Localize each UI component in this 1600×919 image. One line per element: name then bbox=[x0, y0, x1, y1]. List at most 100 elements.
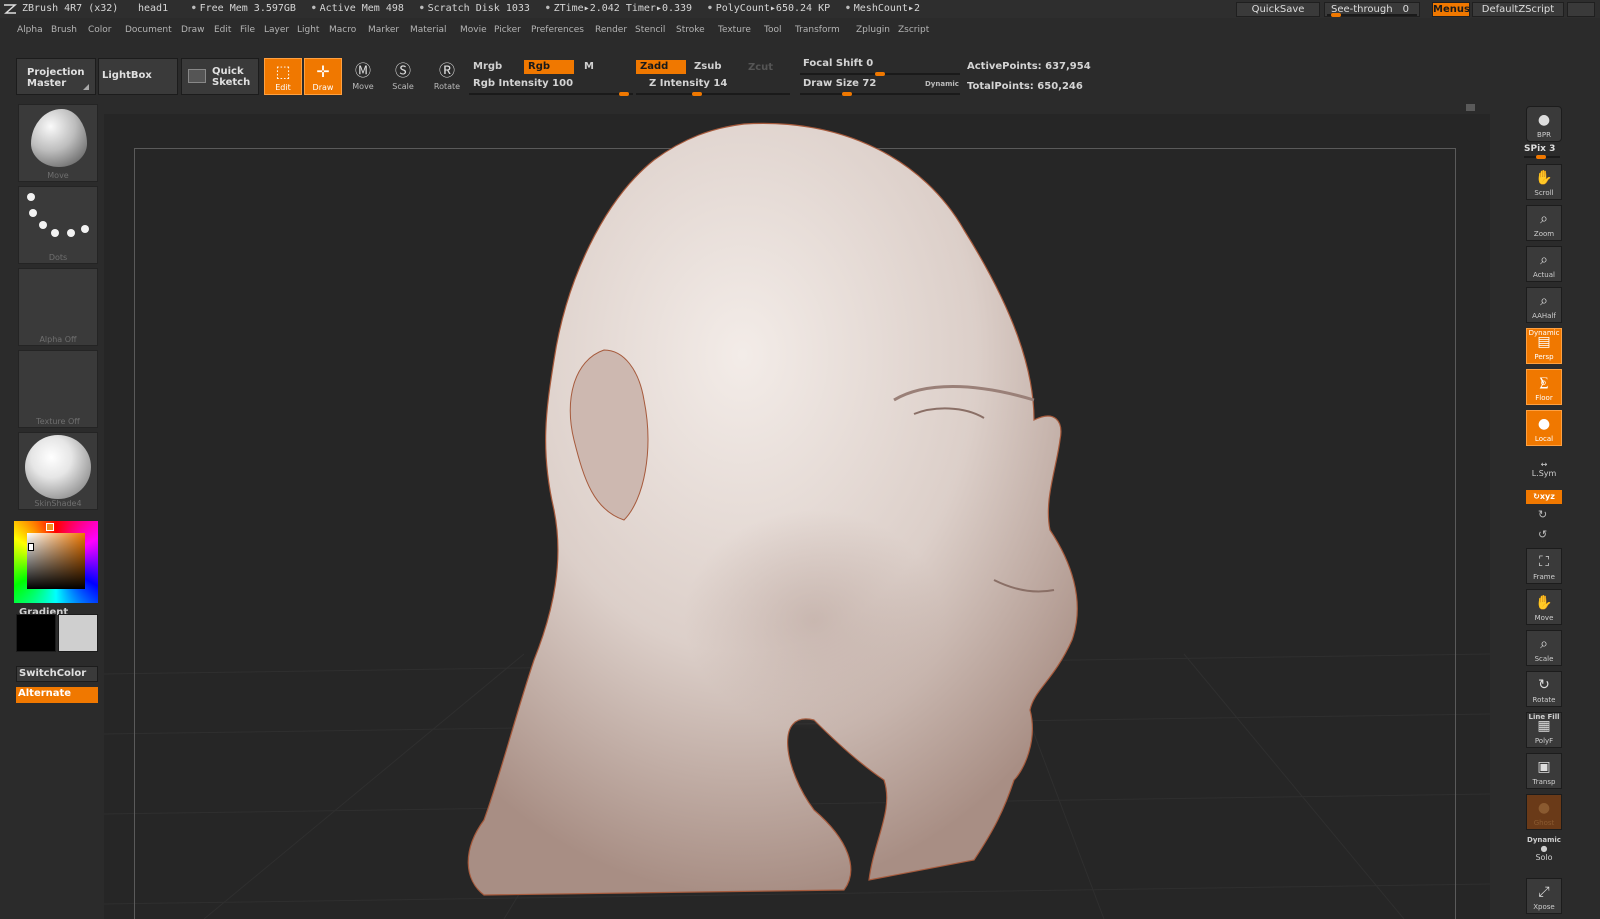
menu-stencil[interactable]: Stencil bbox=[635, 25, 665, 35]
actual-label: Actual bbox=[1533, 271, 1555, 279]
menu-draw[interactable]: Draw bbox=[181, 25, 205, 35]
default-zscript-button[interactable]: DefaultZScript bbox=[1472, 2, 1564, 17]
stroke-selector[interactable]: Dots bbox=[18, 186, 98, 264]
draw-mode-button[interactable]: ✛ Draw bbox=[304, 58, 342, 95]
scale-view-label: Scale bbox=[1534, 655, 1554, 663]
window-controls[interactable] bbox=[1567, 2, 1595, 17]
projection-master-button[interactable]: Projection Master bbox=[16, 58, 96, 95]
menu-marker[interactable]: Marker bbox=[368, 25, 399, 35]
edit-mode-button[interactable]: ⬚ Edit bbox=[264, 58, 302, 95]
aahalf-button[interactable]: ⌕ AAHalf bbox=[1526, 287, 1562, 323]
brush-selector[interactable]: Move bbox=[18, 104, 98, 182]
menu-edit[interactable]: Edit bbox=[214, 25, 231, 35]
floor-toggle[interactable]: ⨊ Floor bbox=[1526, 369, 1562, 405]
solo-label: Solo bbox=[1535, 853, 1553, 862]
scale-mode-button[interactable]: Ⓢ Scale bbox=[384, 58, 422, 95]
menu-tool[interactable]: Tool bbox=[764, 25, 781, 35]
menu-light[interactable]: Light bbox=[297, 25, 319, 35]
xpose-button[interactable]: ⤢ Xpose bbox=[1526, 878, 1562, 914]
z-intensity-track bbox=[636, 92, 790, 96]
menu-preferences[interactable]: Preferences bbox=[531, 25, 584, 35]
menu-alpha[interactable]: Alpha bbox=[17, 25, 43, 35]
color-marker[interactable] bbox=[28, 543, 34, 551]
focal-shift-knob[interactable] bbox=[875, 72, 885, 76]
bpr-render-button[interactable]: ● BPR bbox=[1526, 106, 1562, 142]
quicksave-button[interactable]: QuickSave bbox=[1236, 2, 1320, 17]
draw-size-knob[interactable] bbox=[842, 92, 852, 96]
dynamic-draw-size-toggle[interactable]: Dynamic bbox=[925, 80, 959, 88]
polyf-toggle[interactable]: Line Fill ▦ PolyF bbox=[1526, 712, 1562, 748]
frame-button[interactable]: ⛶ Frame bbox=[1526, 548, 1562, 584]
actual-button[interactable]: ⌕ Actual bbox=[1526, 246, 1562, 282]
see-through-slider[interactable]: See-through 0 bbox=[1324, 2, 1420, 17]
material-selector[interactable]: SkinShade4 bbox=[18, 432, 98, 510]
quick-sketch-button[interactable]: Quick Sketch bbox=[181, 58, 259, 95]
rotate-view-button[interactable]: ↻ Rotate bbox=[1526, 671, 1562, 707]
menu-material[interactable]: Material bbox=[410, 25, 447, 35]
sculpt-head-mesh[interactable] bbox=[454, 120, 1084, 900]
scroll-button[interactable]: ✋ Scroll bbox=[1526, 164, 1562, 200]
move-mode-button[interactable]: Ⓜ Move bbox=[344, 58, 382, 95]
polycount: PolyCount▸650.24 KP bbox=[708, 3, 830, 14]
rgb-toggle[interactable]: Rgb bbox=[524, 60, 574, 74]
rotate-y-icon[interactable]: ↻ bbox=[1538, 508, 1547, 521]
menu-texture[interactable]: Texture bbox=[718, 25, 751, 35]
total-points: TotalPoints: 650,246 bbox=[967, 81, 1083, 92]
main-color-swatch[interactable] bbox=[16, 614, 56, 652]
draw-size-slider[interactable]: Draw Size 72 bbox=[803, 78, 876, 89]
spix-slider[interactable]: SPix 3 bbox=[1524, 144, 1555, 154]
menu-layer[interactable]: Layer bbox=[264, 25, 289, 35]
rotate-mode-button[interactable]: Ⓡ Rotate bbox=[428, 58, 466, 95]
mrgb-toggle[interactable]: Mrgb bbox=[469, 60, 519, 74]
menu-document[interactable]: Document bbox=[125, 25, 172, 35]
texture-selector[interactable]: Texture Off bbox=[18, 350, 98, 428]
alpha-selector[interactable]: Alpha Off bbox=[18, 268, 98, 346]
color-square[interactable] bbox=[27, 533, 85, 589]
rgb-intensity-slider[interactable]: Rgb Intensity 100 bbox=[473, 78, 573, 89]
secondary-color-swatch[interactable] bbox=[58, 614, 98, 652]
color-picker[interactable] bbox=[14, 521, 98, 603]
focal-shift-slider[interactable]: Focal Shift 0 bbox=[803, 58, 873, 69]
menu-zscript[interactable]: Zscript bbox=[898, 25, 929, 35]
hue-marker[interactable] bbox=[46, 523, 54, 531]
viewport-resize-handle[interactable] bbox=[1466, 104, 1475, 111]
spix-knob[interactable] bbox=[1536, 155, 1546, 159]
lightbox-button[interactable]: LightBox bbox=[98, 58, 178, 95]
xyz-rotation-toggle[interactable]: ↻xyz bbox=[1526, 490, 1562, 504]
menu-file[interactable]: File bbox=[240, 25, 255, 35]
rgb-intensity-knob[interactable] bbox=[619, 92, 629, 96]
menu-zplugin[interactable]: Zplugin bbox=[856, 25, 890, 35]
menu-macro[interactable]: Macro bbox=[329, 25, 356, 35]
menu-stroke[interactable]: Stroke bbox=[676, 25, 705, 35]
move-view-button[interactable]: ✋ Move bbox=[1526, 589, 1562, 625]
z-intensity-slider[interactable]: Z Intensity 14 bbox=[649, 78, 727, 89]
solo-toggle[interactable]: Dynamic ● Solo bbox=[1526, 835, 1562, 862]
menu-render[interactable]: Render bbox=[595, 25, 627, 35]
line-fill-label: Line Fill bbox=[1528, 713, 1560, 721]
menus-toggle[interactable]: Menus bbox=[1432, 2, 1470, 17]
canvas-viewport[interactable] bbox=[104, 114, 1490, 919]
lsym-toggle[interactable]: ↔ L.Sym bbox=[1526, 460, 1562, 478]
rotate-z-icon[interactable]: ↺ bbox=[1538, 528, 1547, 541]
menu-movie[interactable]: Movie bbox=[460, 25, 487, 35]
scale-view-button[interactable]: ⌕ Scale bbox=[1526, 630, 1562, 666]
menu-picker[interactable]: Picker bbox=[494, 25, 521, 35]
ghost-toggle[interactable]: ● Ghost bbox=[1526, 794, 1562, 830]
z-intensity-knob[interactable] bbox=[692, 92, 702, 96]
zsub-toggle[interactable]: Zsub bbox=[690, 60, 740, 74]
menu-color[interactable]: Color bbox=[88, 25, 112, 35]
alternate-toggle[interactable]: Alternate bbox=[16, 687, 98, 703]
local-toggle[interactable]: ● Local bbox=[1526, 410, 1562, 446]
zoom-button[interactable]: ⌕ Zoom bbox=[1526, 205, 1562, 241]
solo-icon: ● bbox=[1540, 844, 1548, 853]
see-through-knob[interactable] bbox=[1331, 13, 1341, 17]
right-shelf: ● BPR SPix 3 ✋ Scroll ⌕ Zoom ⌕ Actual ⌕ … bbox=[1518, 102, 1600, 919]
persp-toggle[interactable]: Dynamic ▤ Persp bbox=[1526, 328, 1562, 364]
menu-brush[interactable]: Brush bbox=[51, 25, 77, 35]
transp-toggle[interactable]: ▣ Transp bbox=[1526, 753, 1562, 789]
switch-color-button[interactable]: SwitchColor bbox=[16, 666, 98, 682]
zadd-toggle[interactable]: Zadd bbox=[636, 60, 686, 74]
menu-transform[interactable]: Transform bbox=[795, 25, 840, 35]
m-toggle[interactable]: M bbox=[580, 60, 626, 74]
zcut-toggle[interactable]: Zcut bbox=[748, 62, 773, 73]
